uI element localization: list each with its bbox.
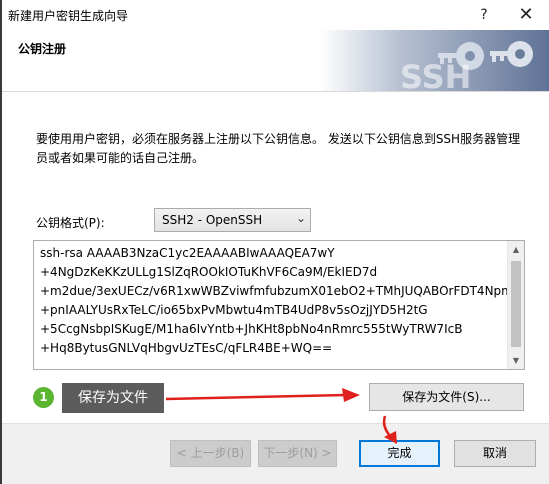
scroll-down-arrow-icon[interactable]: ▼: [508, 352, 524, 369]
back-button[interactable]: < 上一步(B): [170, 440, 251, 467]
wizard-header: 公钥注册 SSH: [2, 30, 549, 92]
key-format-label: 公钥格式(P):: [36, 216, 105, 230]
finish-button[interactable]: 完成: [359, 440, 440, 467]
arrow-to-save-button: [165, 388, 360, 402]
key-format-dropdown[interactable]: SSH2 - OpenSSH ⌄: [154, 208, 311, 232]
close-icon[interactable]: ✕: [504, 0, 548, 30]
scrollbar-thumb[interactable]: [511, 261, 521, 347]
title-bar[interactable]: 新建用户密钥生成向导 ? ✕: [2, 0, 549, 30]
next-button[interactable]: 下一步(N) >: [258, 440, 337, 467]
page-title: 公钥注册: [18, 42, 67, 56]
help-icon[interactable]: ?: [466, 0, 502, 30]
ssh-keys-banner-image: SSH: [320, 30, 549, 92]
vertical-scrollbar[interactable]: ▲ ▼: [507, 241, 524, 369]
window-title: 新建用户密钥生成向导: [8, 9, 129, 23]
step-number-badge: 1: [33, 387, 54, 408]
chevron-down-icon: ⌄: [295, 211, 306, 225]
scroll-up-arrow-icon[interactable]: ▲: [508, 241, 524, 258]
public-key-textarea[interactable]: ssh-rsa AAAAB3NzaC1yc2EAAAABIwAAAQEA7wY …: [33, 240, 525, 370]
annotation-label: 保存为文件: [62, 383, 164, 413]
banner-ssh-text: SSH: [400, 58, 471, 92]
wizard-footer: < 上一步(B) 下一步(N) > 完成 取消: [2, 423, 549, 484]
key-format-value: SSH2 - OpenSSH: [162, 213, 263, 227]
instruction-text: 要使用用户密钥，必须在服务器上注册以下公钥信息。 发送以下公钥信息到SSH服务器…: [36, 132, 521, 165]
cancel-button[interactable]: 取消: [454, 440, 536, 467]
save-to-file-button[interactable]: 保存为文件(S)...: [369, 383, 524, 411]
public-key-text: ssh-rsa AAAAB3NzaC1yc2EAAAABIwAAAQEA7wY …: [40, 246, 524, 355]
